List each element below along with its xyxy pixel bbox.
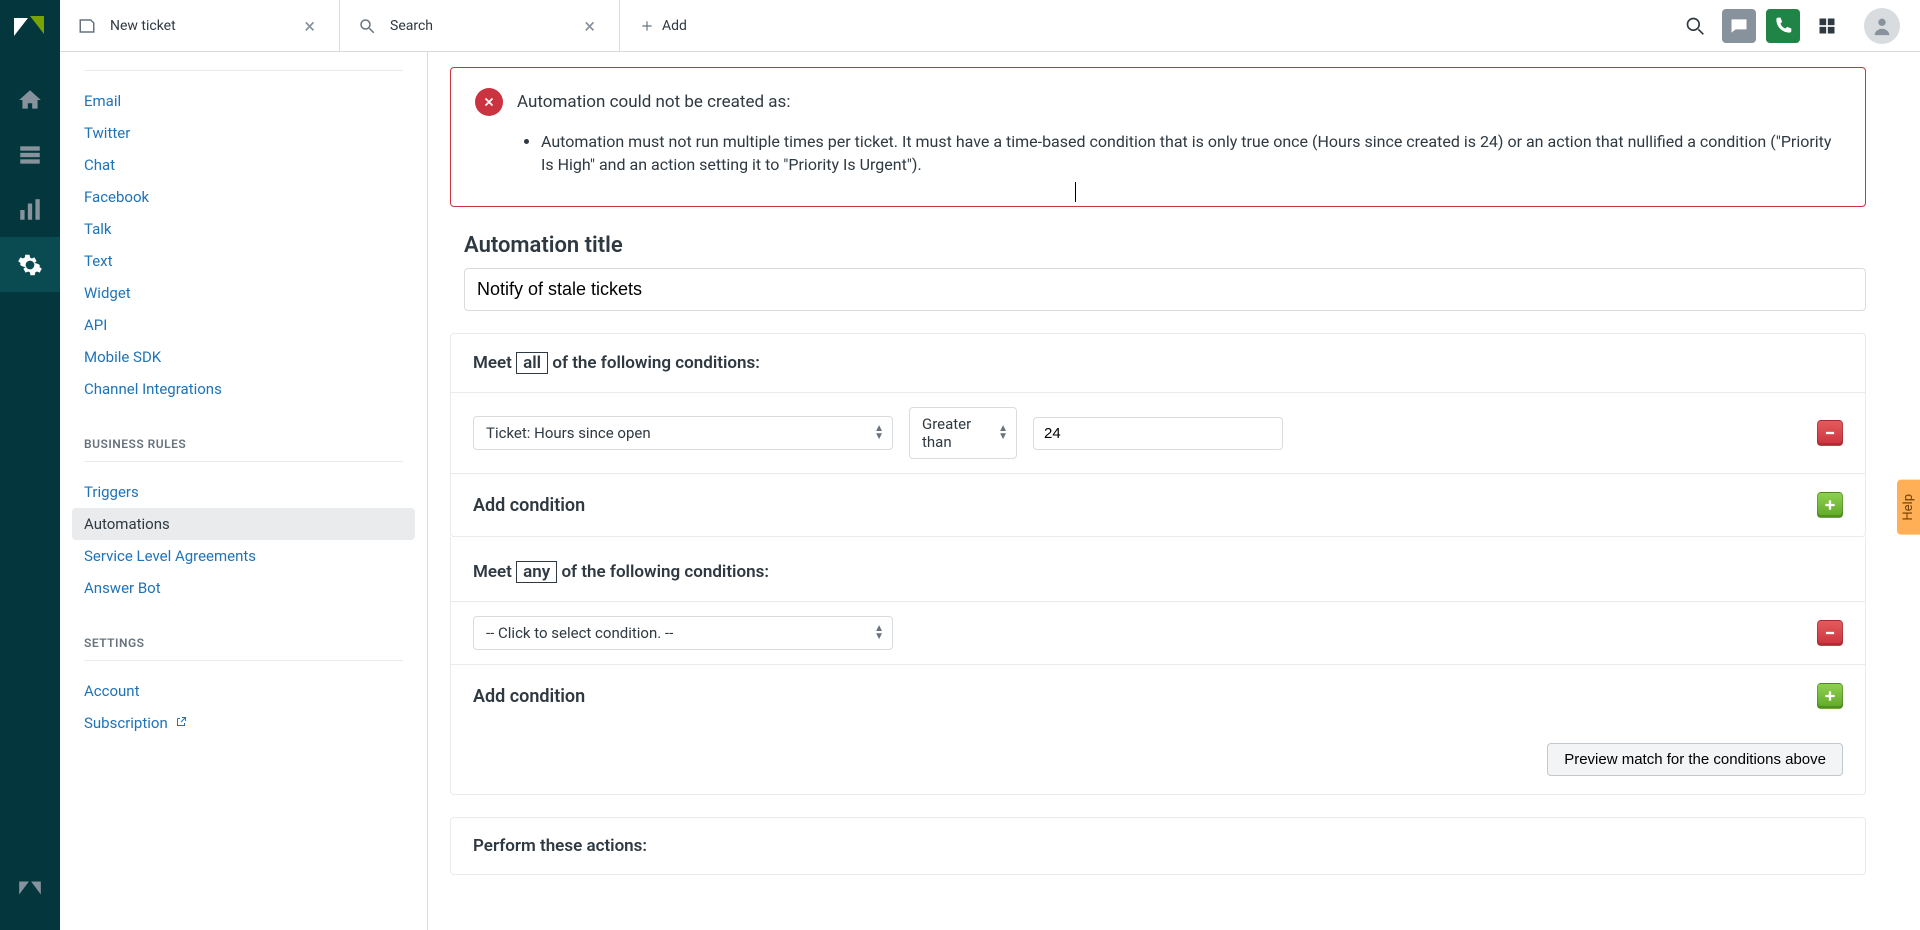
sidebar-channel-email[interactable]: Email: [84, 85, 403, 117]
remove-condition-button[interactable]: [1817, 620, 1843, 646]
condition-field-select[interactable]: Ticket: Hours since open ▲▼: [473, 416, 893, 450]
error-title: Automation could not be created as:: [517, 92, 790, 112]
sidebar-channel-chat[interactable]: Chat: [84, 149, 403, 181]
sidebar-triggers[interactable]: Triggers: [84, 476, 403, 508]
tab-search[interactable]: Search ×: [340, 0, 620, 51]
condition-field-select[interactable]: -- Click to select condition. -- ▲▼: [473, 616, 893, 650]
condition-operator-select[interactable]: Greater than ▲▼: [909, 407, 1017, 459]
sidebar-channel-twitter[interactable]: Twitter: [84, 117, 403, 149]
nav-zendesk-products[interactable]: [0, 860, 60, 915]
left-rail: [0, 0, 60, 930]
close-icon[interactable]: ×: [578, 14, 601, 38]
add-condition-label: Add condition: [473, 495, 585, 516]
tab-new-ticket[interactable]: New ticket ×: [60, 0, 340, 51]
content-area: Automation could not be created as: Auto…: [428, 52, 1920, 930]
sidebar-sla[interactable]: Service Level Agreements: [84, 540, 403, 572]
sidebar-answer-bot[interactable]: Answer Bot: [84, 572, 403, 604]
select-arrows-icon: ▲▼: [998, 425, 1008, 441]
sidebar-automations[interactable]: Automations: [72, 508, 415, 540]
select-arrows-icon: ▲▼: [874, 625, 884, 641]
add-label: Add: [662, 18, 687, 34]
all-conditions-block: Meet all of the following conditions: Ti…: [450, 333, 1866, 537]
add-condition-row: Add condition: [451, 664, 1865, 727]
perform-actions-heading: Perform these actions:: [451, 818, 1865, 874]
sidebar-channel-widget[interactable]: Widget: [84, 277, 403, 309]
ticket-icon: [78, 17, 96, 35]
sidebar-subscription[interactable]: Subscription: [84, 707, 403, 739]
nav-reporting[interactable]: [0, 182, 60, 237]
zendesk-logo[interactable]: [14, 10, 46, 42]
sidebar-channel-facebook[interactable]: Facebook: [84, 181, 403, 213]
plus-icon: [640, 19, 654, 33]
condition-row: Ticket: Hours since open ▲▼ Greater than…: [451, 392, 1865, 473]
automation-title-label: Automation title: [464, 233, 1866, 258]
error-icon: [475, 88, 503, 116]
tabs-bar: New ticket × Search × Add: [60, 0, 1920, 52]
preview-match-button[interactable]: Preview match for the conditions above: [1547, 743, 1843, 776]
help-tab[interactable]: Help: [1897, 480, 1920, 535]
tab-label: Search: [390, 18, 433, 34]
remove-condition-button[interactable]: [1817, 420, 1843, 446]
sidebar-channel-text[interactable]: Text: [84, 245, 403, 277]
topbar-search-button[interactable]: [1678, 9, 1712, 43]
tab-label: New ticket: [110, 18, 176, 34]
add-condition-label: Add condition: [473, 686, 585, 707]
search-icon: [358, 17, 376, 35]
tab-add[interactable]: Add: [620, 0, 707, 51]
error-item: Automation must not run multiple times p…: [541, 130, 1841, 176]
all-tag: all: [516, 352, 548, 374]
all-conditions-header: Meet all of the following conditions:: [451, 334, 1865, 392]
sidebar-heading-settings: SETTINGS: [84, 636, 403, 650]
add-condition-row: Add condition: [451, 473, 1865, 536]
nav-home[interactable]: [0, 72, 60, 127]
nav-views[interactable]: [0, 127, 60, 182]
any-conditions-header: Meet any of the following conditions:: [451, 537, 1865, 601]
topbar-talk-button[interactable]: [1766, 9, 1800, 43]
perform-actions-block: Perform these actions:: [450, 817, 1866, 875]
error-alert: Automation could not be created as: Auto…: [450, 67, 1866, 207]
topbar-conversations-button[interactable]: [1722, 9, 1756, 43]
admin-sidebar: Email Twitter Chat Facebook Talk Text Wi…: [60, 52, 428, 930]
external-link-icon: [175, 714, 187, 732]
sidebar-channel-talk[interactable]: Talk: [84, 213, 403, 245]
add-condition-button[interactable]: [1817, 492, 1843, 518]
condition-value-input[interactable]: [1033, 417, 1283, 450]
automation-title-input[interactable]: [464, 268, 1866, 311]
close-icon[interactable]: ×: [298, 14, 321, 38]
select-arrows-icon: ▲▼: [874, 425, 884, 441]
condition-row: -- Click to select condition. -- ▲▼: [451, 601, 1865, 664]
any-conditions-block: Meet any of the following conditions: --…: [450, 537, 1866, 795]
sidebar-account[interactable]: Account: [84, 675, 403, 707]
text-cursor: [1075, 182, 1076, 202]
add-condition-button[interactable]: [1817, 683, 1843, 709]
nav-admin[interactable]: [0, 237, 60, 292]
user-avatar[interactable]: [1864, 8, 1900, 44]
sidebar-channel-api[interactable]: API: [84, 309, 403, 341]
any-tag: any: [516, 561, 557, 583]
sidebar-heading-business-rules: BUSINESS RULES: [84, 437, 403, 451]
topbar-apps-button[interactable]: [1810, 9, 1844, 43]
sidebar-channel-integrations[interactable]: Channel Integrations: [84, 373, 403, 405]
sidebar-channel-mobilesdk[interactable]: Mobile SDK: [84, 341, 403, 373]
